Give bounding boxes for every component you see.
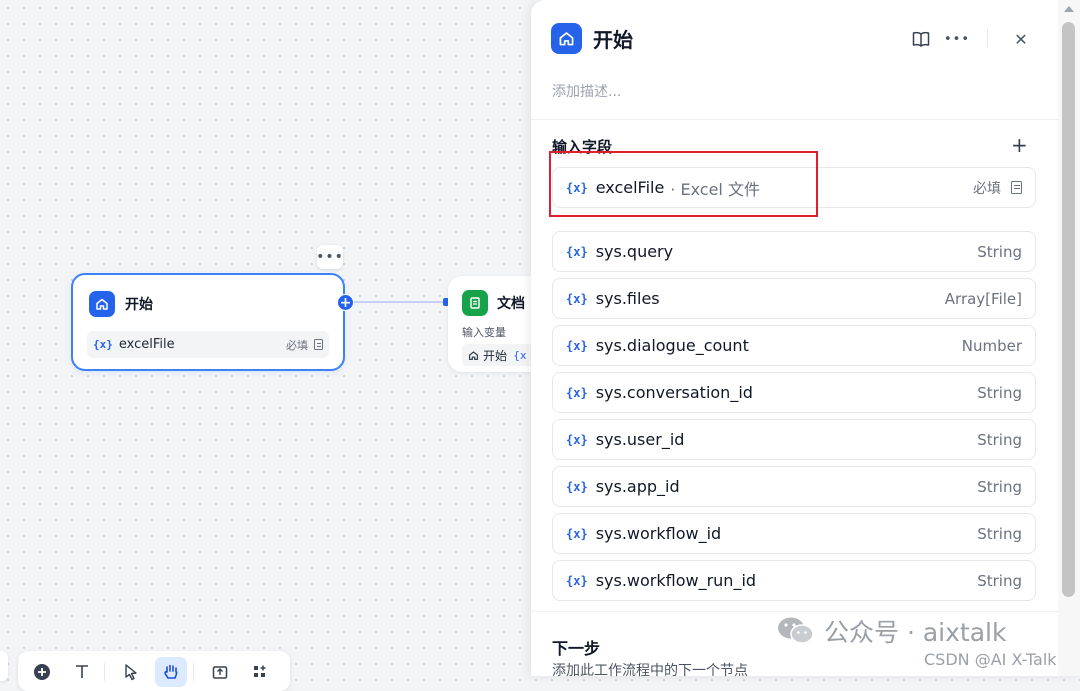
variable-icon: {x} xyxy=(93,338,113,351)
field-type: Number xyxy=(961,336,1022,355)
system-variable-row: {x} sys.files Array[File] xyxy=(552,278,1036,319)
field-name: sys.files xyxy=(595,289,660,308)
help-doc-button[interactable] xyxy=(910,28,932,50)
home-icon xyxy=(551,23,582,54)
pointer-icon xyxy=(125,664,137,681)
scrollbar-thumb[interactable] xyxy=(1062,22,1075,597)
book-icon xyxy=(912,31,930,47)
export-icon xyxy=(212,666,228,679)
add-note-button[interactable] xyxy=(66,657,98,687)
description-input[interactable]: 添加描述... xyxy=(552,81,621,101)
note-icon xyxy=(76,665,88,678)
required-label: 必填 xyxy=(973,180,1001,197)
document-icon xyxy=(314,339,323,350)
start-node-variable: {x} excelFile 必填 xyxy=(87,331,329,358)
system-variable-row: {x} sys.workflow_id String xyxy=(552,513,1036,554)
pointer-mode-button[interactable] xyxy=(115,657,147,687)
home-icon xyxy=(89,291,115,317)
wechat-watermark-text: 公众号 · aixtalk xyxy=(824,618,1007,647)
start-node-title: 开始 xyxy=(125,297,153,313)
field-name: sys.dialogue_count xyxy=(595,336,749,355)
hand-mode-button[interactable] xyxy=(155,657,187,687)
wechat-watermark: 公众号 · aixtalk xyxy=(776,613,1006,649)
header-divider xyxy=(987,29,988,47)
toolbar-divider xyxy=(104,663,105,681)
doc-node-input-chip: 开始 {x xyxy=(462,344,535,366)
plus-circle-icon xyxy=(34,664,50,680)
wechat-icon xyxy=(778,617,814,644)
field-name: sys.app_id xyxy=(595,477,680,496)
system-variable-row: {x} sys.user_id String xyxy=(552,419,1036,460)
panel-header: 开始 xyxy=(551,23,633,54)
field-type: String xyxy=(977,477,1022,496)
toolbar-divider xyxy=(193,663,194,681)
csdn-watermark: CSDN @AI X-Talk xyxy=(924,650,1057,669)
variable-icon: {x} xyxy=(566,432,588,447)
start-node[interactable]: 开始 {x} excelFile 必填 xyxy=(71,273,345,371)
field-name: sys.workflow_run_id xyxy=(595,571,757,590)
panel-title: 开始 xyxy=(593,28,633,52)
system-variable-row: {x} sys.app_id String xyxy=(552,466,1036,507)
variable-icon: {x} xyxy=(566,385,588,400)
field-type: Array[File] xyxy=(944,289,1022,308)
field-name: sys.conversation_id xyxy=(595,383,753,402)
chip-label: 开始 xyxy=(483,348,508,363)
field-name: sys.user_id xyxy=(595,430,685,449)
more-icon[interactable]: ••• xyxy=(944,28,969,50)
field-type: String xyxy=(977,524,1022,543)
variable-icon: {x} xyxy=(566,291,588,306)
field-type: String xyxy=(977,383,1022,402)
add-node-button[interactable] xyxy=(26,657,58,687)
field-type: String xyxy=(977,242,1022,261)
variable-icon: {x} xyxy=(566,338,588,353)
system-variable-row: {x} sys.dialogue_count Number xyxy=(552,325,1036,366)
next-step-description: 添加此工作流程中的下一个节点 xyxy=(552,663,748,679)
highlight-annotation xyxy=(549,151,818,217)
doc-node-title: 文档 xyxy=(497,296,525,312)
field-type: String xyxy=(977,571,1022,590)
system-variable-row: {x} sys.conversation_id String xyxy=(552,372,1036,413)
connection-edge xyxy=(354,301,448,303)
doc-node-header: 文档 xyxy=(462,290,525,316)
field-type: String xyxy=(977,430,1022,449)
variable-icon: {x} xyxy=(566,244,588,259)
doc-node-subtitle: 输入变量 xyxy=(462,326,506,339)
section-divider xyxy=(531,611,1058,612)
variable-icon: {x} xyxy=(566,479,588,494)
export-image-button[interactable] xyxy=(204,657,236,687)
node-more-button[interactable]: ••• xyxy=(316,245,343,269)
zoom-control-edge[interactable] xyxy=(0,651,8,681)
variable-icon: {x} xyxy=(566,573,588,588)
variable-icon: {x xyxy=(513,348,527,362)
variable-icon: {x} xyxy=(566,526,588,541)
organize-nodes-button[interactable] xyxy=(244,657,276,687)
start-node-header: 开始 xyxy=(89,291,153,317)
canvas-toolbar xyxy=(18,651,290,691)
home-icon xyxy=(468,350,479,360)
layout-icon xyxy=(254,665,266,677)
scroll-up-arrow[interactable] xyxy=(1064,6,1074,12)
variable-name: excelFile xyxy=(118,337,175,352)
next-step-title: 下一步 xyxy=(552,639,601,658)
document-icon xyxy=(462,290,488,316)
required-label: 必填 xyxy=(286,338,308,352)
close-icon[interactable]: ✕ xyxy=(1010,28,1032,50)
system-variable-row: {x} sys.query String xyxy=(552,231,1036,272)
add-field-button[interactable]: + xyxy=(1011,134,1028,156)
document-icon xyxy=(1011,181,1022,194)
system-variable-row: {x} sys.workflow_run_id String xyxy=(552,560,1036,601)
section-divider xyxy=(531,119,1058,120)
field-name: sys.query xyxy=(595,242,674,261)
field-name: sys.workflow_id xyxy=(595,524,722,543)
hand-icon xyxy=(164,664,178,679)
add-next-node-handle[interactable]: + xyxy=(337,294,354,311)
